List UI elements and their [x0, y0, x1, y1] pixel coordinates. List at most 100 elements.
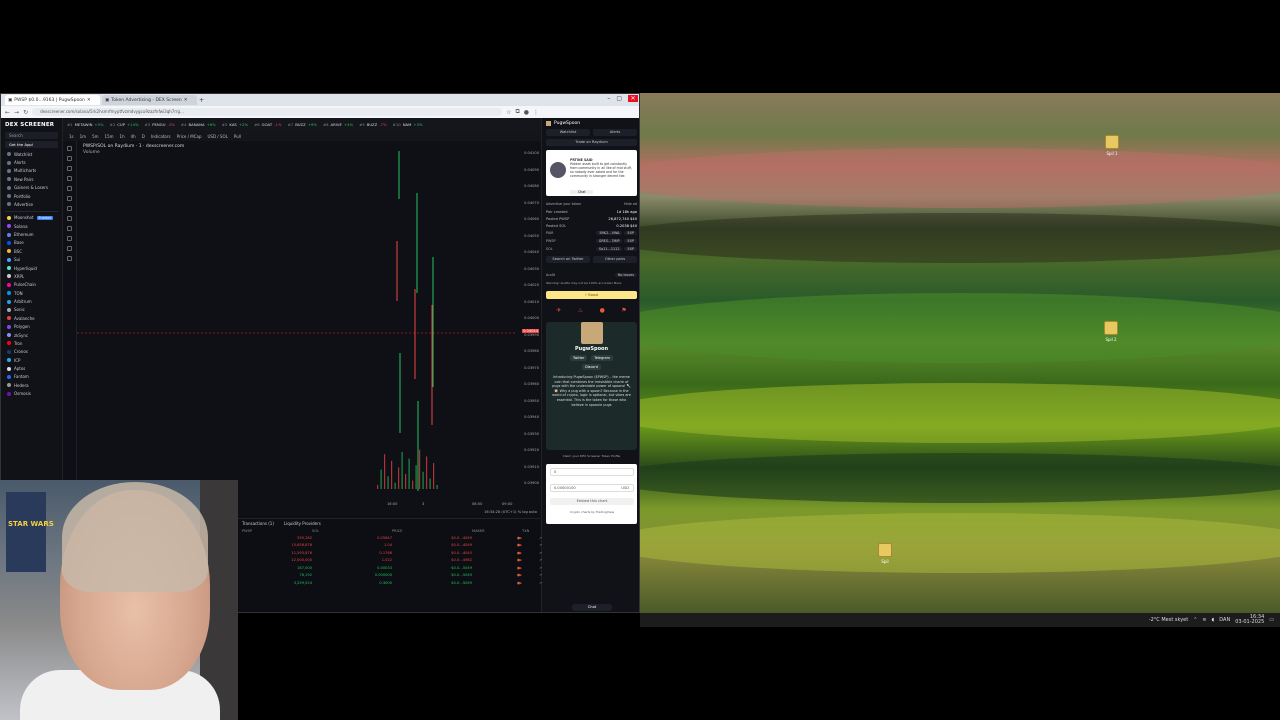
desktop-icon-3[interactable] — [878, 543, 892, 557]
ticker-item[interactable]: #9 BUZZ -7% — [359, 122, 387, 127]
swap-input[interactable]: 0 — [550, 468, 634, 476]
ticker-item[interactable]: #5 KAS +2% — [222, 122, 248, 127]
pattern-icon[interactable] — [67, 196, 72, 201]
extensions-icon[interactable]: ⧉ — [515, 108, 519, 116]
sidebar-item-solana[interactable]: Solana — [1, 222, 62, 230]
bookmark-icon[interactable]: ☆ — [506, 109, 511, 116]
speaker-icon[interactable]: ◖ — [1212, 617, 1215, 623]
get-app-button[interactable]: Get the App! — [5, 141, 58, 148]
desktop-icon-2[interactable] — [1104, 321, 1118, 335]
crosshair-icon[interactable] — [67, 146, 72, 151]
sidebar-item-icp[interactable]: ICP — [1, 356, 62, 364]
txn-link-icon[interactable]: ↗ — [522, 543, 542, 547]
zoom-icon[interactable] — [67, 216, 72, 221]
sidebar-item-ton[interactable]: TON — [1, 289, 62, 297]
sidebar-item-base[interactable]: Base — [1, 239, 62, 247]
forward-icon[interactable]: → — [14, 109, 19, 116]
txn-link-icon[interactable]: ↗ — [522, 558, 542, 562]
sidebar-item-cronos[interactable]: Cronos — [1, 348, 62, 356]
alerts-button[interactable]: Alerts — [593, 129, 637, 136]
trend-line-icon[interactable] — [67, 156, 72, 161]
rocket-icon[interactable]: ✈ — [556, 307, 561, 314]
chart-tool-9[interactable]: USD / SOL — [207, 134, 227, 139]
table-row[interactable]: 15,658,876 1.04 $0.0…4049 ●▸ ↗ — [238, 542, 542, 550]
sidebar-item-osmosis[interactable]: Osmosis — [1, 390, 62, 398]
sidebar-item-fantom[interactable]: Fantom — [1, 373, 62, 381]
chart-tool-6[interactable]: D — [142, 134, 145, 139]
tab-pwsp[interactable]: ▣ PWSP $0.0…9163 | PugwSpoon ✕ — [5, 95, 100, 105]
sidebar-item-xrpl[interactable]: XRPL — [1, 272, 62, 280]
chart-tool-0[interactable]: 1s — [69, 134, 74, 139]
sidebar-item-moonshot[interactable]: Moonshot Enabled — [1, 214, 62, 222]
ticker-item[interactable]: #6 GOAT -1% — [254, 122, 282, 127]
desktop-icon-1[interactable] — [1105, 135, 1119, 149]
search-input[interactable]: Search — [5, 132, 58, 139]
tab-transactions[interactable]: Transactions (1) — [242, 521, 274, 526]
weather-widget[interactable]: -2°C Mest skyet — [1149, 617, 1188, 623]
ticker-item[interactable]: #1 METAWIN +5% — [67, 122, 104, 127]
lock-icon[interactable] — [67, 236, 72, 241]
close-icon[interactable]: ✕ — [184, 98, 188, 103]
watchlist-button[interactable]: Watchlist — [546, 129, 590, 136]
back-icon[interactable]: ← — [5, 109, 10, 116]
hide-ad-link[interactable]: Hide ad — [624, 202, 637, 206]
ticker-item[interactable]: #2 CUP +14% — [110, 122, 139, 127]
audit-value[interactable]: No issues — [614, 273, 637, 277]
menu-icon[interactable]: ⋮ — [533, 109, 539, 116]
profile-icon[interactable]: ● — [524, 109, 529, 116]
poop-icon[interactable]: ● — [600, 307, 605, 314]
chart-tool-3[interactable]: 15m — [105, 134, 114, 139]
ticker-item[interactable]: #10 NAM +3% — [393, 122, 423, 127]
ad-chat-button[interactable]: Chat — [570, 190, 594, 194]
sidebar-item-arbitrum[interactable]: Arbitrum — [1, 297, 62, 305]
discord-link[interactable]: Discord — [582, 364, 601, 370]
explorer-link[interactable]: EXP — [624, 247, 637, 251]
ticker-item[interactable]: #7 BUZZ +9% — [288, 122, 317, 127]
sidebar-item-watchlist[interactable]: Watchlist — [1, 150, 62, 158]
explorer-link[interactable]: EXP — [624, 231, 637, 235]
sidebar-item-bsc[interactable]: BSC — [1, 247, 62, 255]
sidebar-item-alerts[interactable]: Alerts — [1, 158, 62, 166]
ticker-item[interactable]: #8 ARIVE +4% — [323, 122, 353, 127]
tab-token-advertising[interactable]: ▣ Token Advertising - DEX Screen ✕ — [102, 95, 197, 105]
chevron-up-icon[interactable]: ⌃ — [1193, 617, 1197, 623]
swap-currency[interactable]: USD — [621, 485, 629, 492]
sidebar-item-sui[interactable]: Sui — [1, 256, 62, 264]
swap-amount[interactable]: 0.00000100 USD — [550, 484, 634, 492]
copy-address-button[interactable]: 5RK2…VWA — [596, 231, 623, 235]
sidebar-item-pulsechain[interactable]: PulseChain — [1, 281, 62, 289]
sidebar-item-ethereum[interactable]: Ethereum — [1, 230, 62, 238]
tab-liquidity-providers[interactable]: Liquidity Providers — [284, 521, 321, 526]
chart-tool-10[interactable]: Pull — [234, 134, 241, 139]
claim-profile-link[interactable]: Claim your DEX Screener Token Profile — [563, 454, 621, 458]
close-icon[interactable]: ✕ — [87, 98, 91, 103]
ruler-icon[interactable] — [67, 206, 72, 211]
trade-button[interactable]: Trade on Raydium — [546, 139, 637, 146]
fib-icon[interactable] — [67, 166, 72, 171]
chart-tool-2[interactable]: 5m — [92, 134, 98, 139]
sidebar-item-aptos[interactable]: Aptos — [1, 364, 62, 372]
maximize-button[interactable]: ▢ — [616, 95, 622, 102]
clock[interactable]: 16:34 03-01-2025 — [1235, 615, 1264, 625]
txn-link-icon[interactable]: ↗ — [522, 573, 542, 577]
minimize-button[interactable]: – — [607, 95, 610, 102]
sidebar-item-hyperliquid[interactable]: Hyperliquid — [1, 264, 62, 272]
telegram-link[interactable]: Telegram — [591, 355, 613, 361]
sidebar-item-zksync[interactable]: zkSync — [1, 331, 62, 339]
search-twitter-button[interactable]: Search on Twitter — [546, 256, 590, 263]
twitter-link[interactable]: Twitter — [570, 355, 588, 361]
sidebar-item-advertise[interactable]: Advertise — [1, 200, 62, 208]
txn-link-icon[interactable]: ↗ — [522, 566, 542, 570]
table-row[interactable]: 167,000 0.00033 $0.0…5049 ●▸ ↗ — [238, 564, 542, 572]
chart-tool-1[interactable]: 1m — [80, 134, 86, 139]
col-txn[interactable]: TXN — [522, 529, 542, 533]
sidebar-item-avalanche[interactable]: Avalanche — [1, 314, 62, 322]
table-row[interactable]: 76,192 0.000000 $0.0…5049 ●▸ ↗ — [238, 572, 542, 580]
flag-icon[interactable]: ⚑ — [621, 307, 626, 314]
new-tab-icon[interactable]: + — [199, 97, 204, 104]
chart-tool-7[interactable]: Indicators — [151, 134, 171, 139]
col-sol[interactable]: SOL — [312, 529, 392, 533]
table-row[interactable]: 555,282 0.05847 $0.0…4049 ●▸ ↗ — [238, 534, 542, 542]
other-pairs-button[interactable]: Other pairs — [593, 256, 637, 263]
copy-address-button[interactable]: GRES…7MIP — [595, 239, 623, 243]
